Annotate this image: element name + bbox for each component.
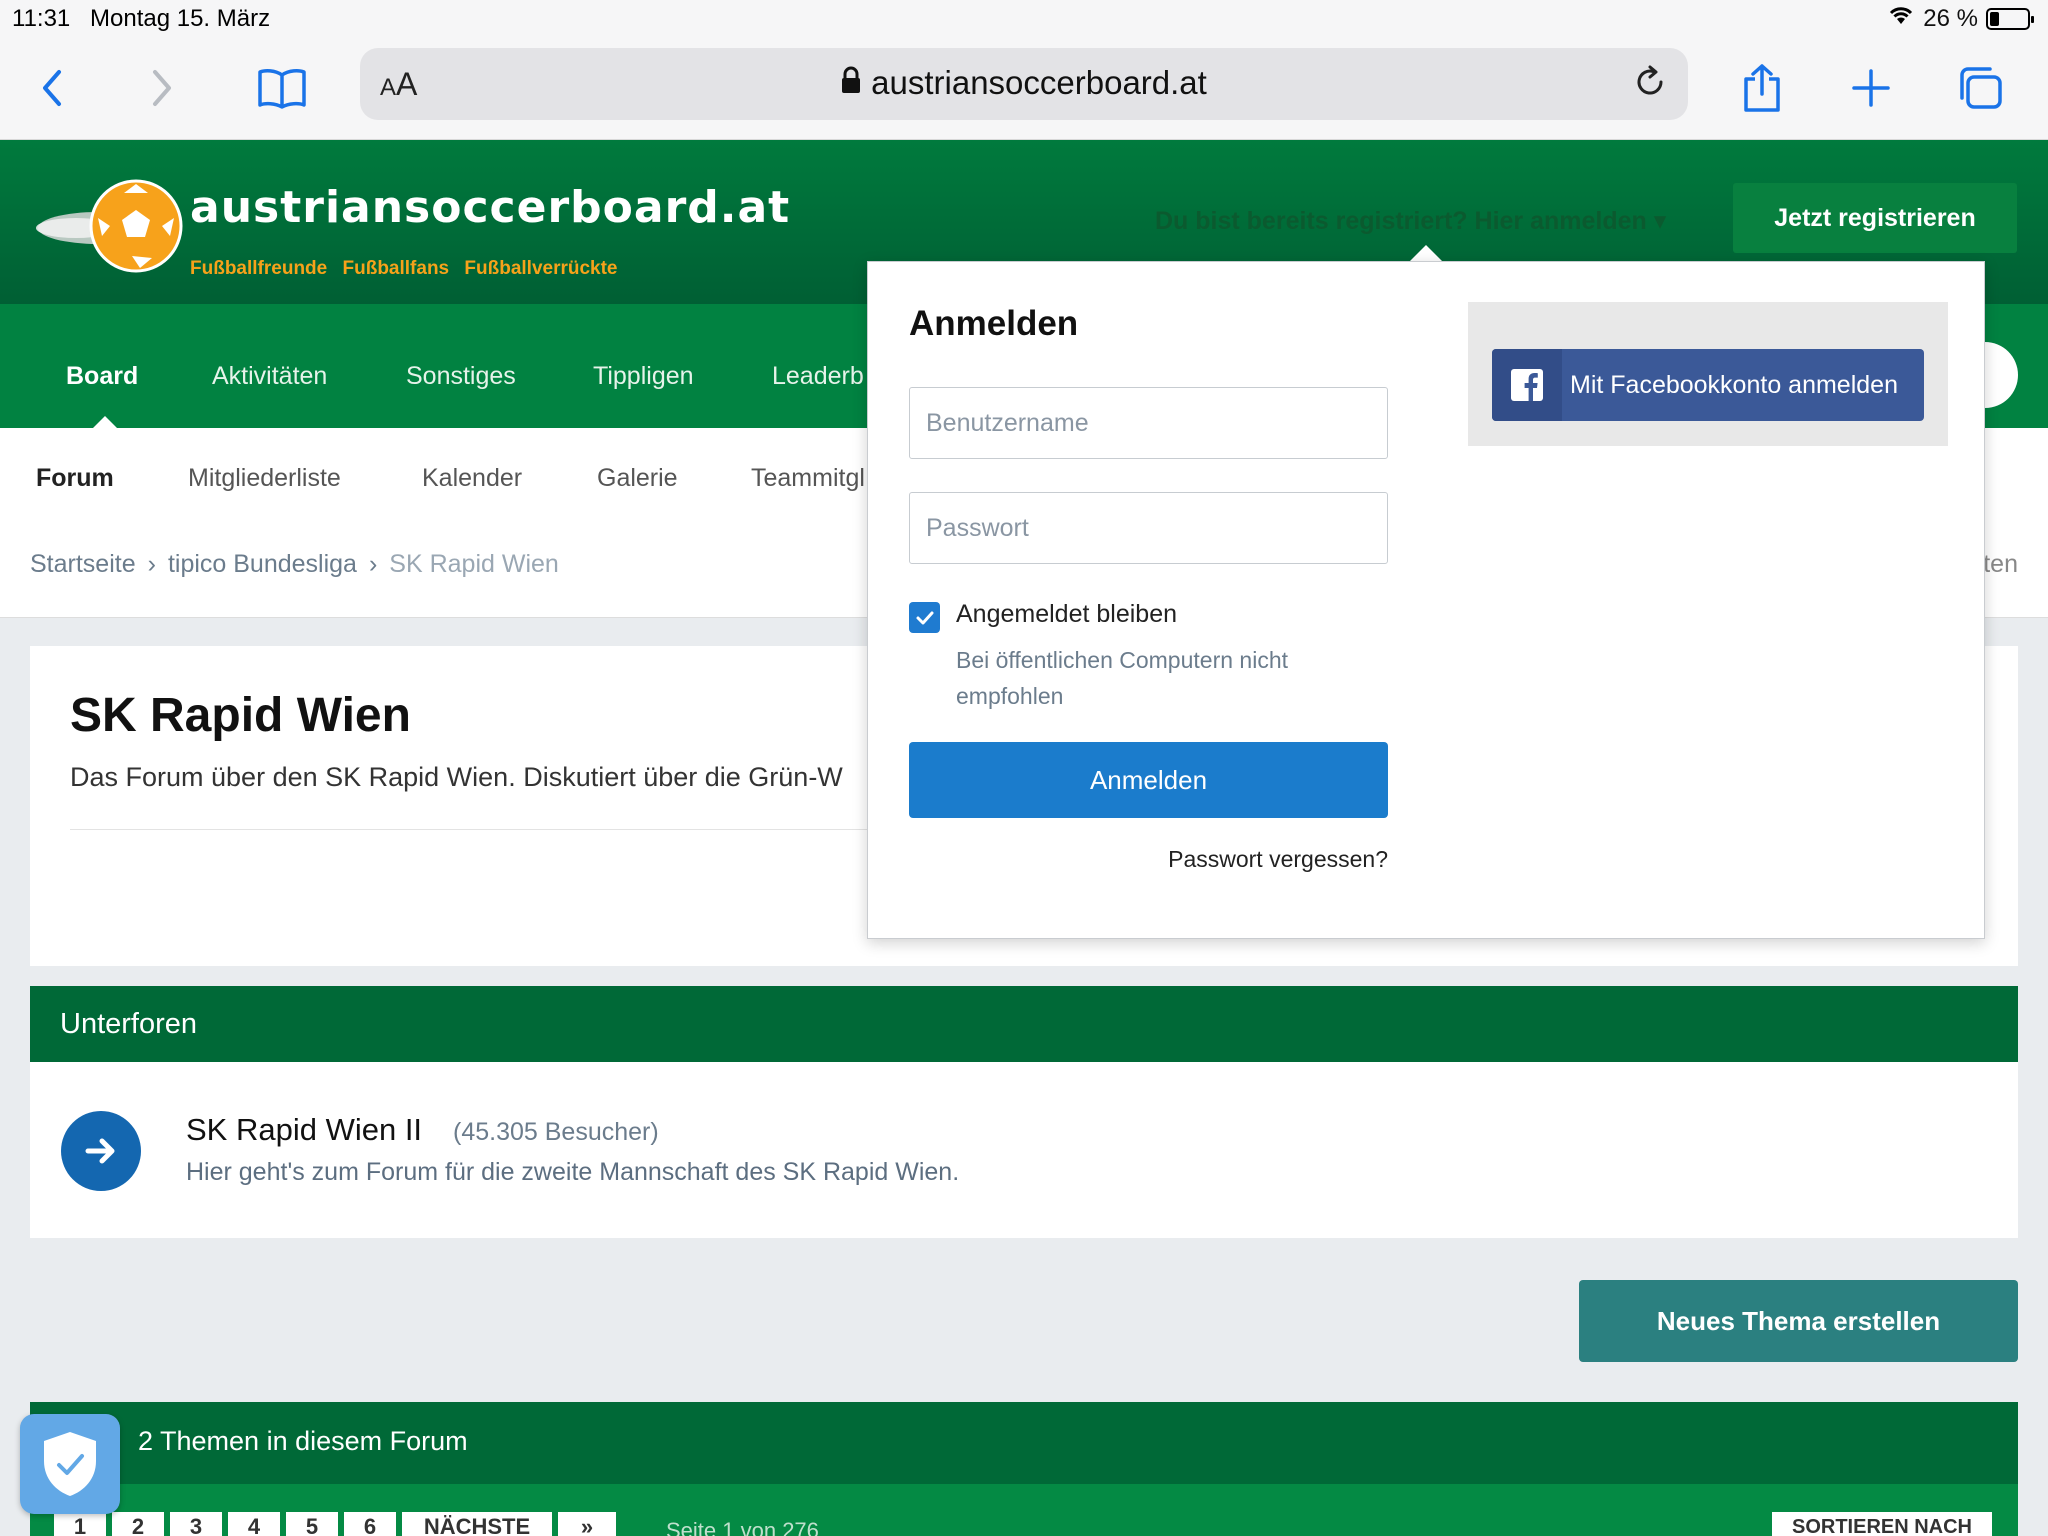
login-popup: Anmelden Angemeldet bleiben Bei öffentli…: [867, 261, 1985, 939]
breadcrumb-startseite[interactable]: Startseite: [30, 550, 136, 579]
page-info[interactable]: Seite 1 von 276: [666, 1518, 819, 1536]
page-4-button[interactable]: 4: [228, 1512, 280, 1536]
topics-header: 2 Themen in diesem Forum: [30, 1402, 2018, 1484]
subnav-teammitglieder[interactable]: Teammitgl: [751, 464, 865, 493]
bookmarks-icon[interactable]: [254, 60, 310, 116]
share-icon[interactable]: [1734, 60, 1790, 116]
remember-me-label[interactable]: Angemeldet bleiben: [956, 600, 1177, 629]
pagination-bar: 1 2 3 4 5 6 NÄCHSTE » Seite 1 von 276 SO…: [30, 1484, 2018, 1536]
next-page-button[interactable]: NÄCHSTE: [402, 1512, 552, 1536]
browser-toolbar: AA austriansoccerboard.at: [0, 42, 2048, 140]
breadcrumb: Startseite › tipico Bundesliga › SK Rapi…: [30, 550, 559, 579]
subnav-kalender[interactable]: Kalender: [422, 464, 522, 493]
wifi-icon: [1887, 4, 1915, 33]
subforums-header: Unterforen: [30, 986, 2018, 1062]
battery-icon: [1986, 7, 2034, 30]
breadcrumb-separator-icon: ›: [147, 550, 156, 578]
remember-me-checkbox[interactable]: [909, 602, 940, 633]
login-submit-button[interactable]: Anmelden: [909, 742, 1388, 818]
breadcrumb-right-link[interactable]: ten: [1983, 550, 2018, 579]
subnav-mitgliederliste[interactable]: Mitgliederliste: [188, 464, 341, 493]
forward-icon[interactable]: [134, 60, 190, 116]
nav-item-sonstiges[interactable]: Sonstiges: [406, 362, 516, 391]
page-1-button[interactable]: 1: [54, 1512, 106, 1536]
new-topic-button[interactable]: Neues Thema erstellen: [1579, 1280, 2018, 1362]
breadcrumb-current: SK Rapid Wien: [389, 550, 559, 578]
lock-icon: [841, 64, 861, 102]
topics-count: 2 Themen in diesem Forum: [138, 1426, 468, 1456]
address-bar[interactable]: AA austriansoccerboard.at: [360, 48, 1688, 120]
nav-item-aktivitaeten[interactable]: Aktivitäten: [212, 362, 327, 391]
page-3-button[interactable]: 3: [170, 1512, 222, 1536]
arrow-right-icon[interactable]: [61, 1111, 141, 1191]
forgot-password-link[interactable]: Passwort vergessen?: [1158, 846, 1388, 873]
subforum-description: Hier geht's zum Forum für die zweite Man…: [186, 1158, 960, 1186]
subforum-name[interactable]: SK Rapid Wien II: [186, 1112, 422, 1148]
logo-text[interactable]: austriansoccerboard.at: [190, 182, 790, 233]
subnav-forum[interactable]: Forum: [36, 464, 114, 493]
subforum-visit-count: (45.305 Besucher): [453, 1118, 659, 1146]
facebook-icon: [1492, 349, 1562, 421]
signin-dropdown-link[interactable]: Du bist bereits registriert? Hier anmeld…: [1155, 206, 1666, 236]
remember-me-note: Bei öffentlichen Computern nicht empfohl…: [956, 647, 1288, 709]
subnav-galerie[interactable]: Galerie: [597, 464, 678, 493]
breadcrumb-bundesliga[interactable]: tipico Bundesliga: [168, 550, 357, 579]
page-title: SK Rapid Wien: [70, 689, 411, 742]
status-time: 11:31: [12, 5, 71, 32]
new-tab-icon[interactable]: [1843, 60, 1899, 116]
page-2-button[interactable]: 2: [112, 1512, 164, 1536]
subforums-title: Unterforen: [60, 1008, 198, 1040]
shield-check-icon[interactable]: [20, 1414, 120, 1514]
back-icon[interactable]: [24, 60, 80, 116]
facebook-login-label: Mit Facebookkonto anmelden: [1570, 371, 1898, 399]
url-text: austriansoccerboard.at: [871, 64, 1207, 101]
page-6-button[interactable]: 6: [344, 1512, 396, 1536]
sort-button[interactable]: SORTIEREN NACH: [1772, 1512, 1992, 1536]
reload-icon[interactable]: [1632, 64, 1668, 105]
nav-item-leaderboard[interactable]: Leaderb: [772, 362, 864, 391]
tabs-overview-icon[interactable]: [1952, 60, 2008, 116]
register-button[interactable]: Jetzt registrieren: [1733, 183, 2017, 253]
username-field[interactable]: [909, 387, 1388, 459]
nav-item-board[interactable]: Board: [66, 362, 138, 391]
subforum-row[interactable]: SK Rapid Wien II (45.305 Besucher) Hier …: [30, 1062, 2018, 1238]
password-field[interactable]: [909, 492, 1388, 564]
page-5-button[interactable]: 5: [286, 1512, 338, 1536]
last-page-button[interactable]: »: [558, 1512, 616, 1536]
breadcrumb-separator-icon: ›: [368, 550, 378, 578]
login-title: Anmelden: [909, 304, 1079, 343]
caret-down-icon: ▾: [1653, 207, 1667, 235]
social-login-panel: Mit Facebookkonto anmelden: [1468, 302, 1948, 446]
soccer-ball-logo[interactable]: [28, 160, 188, 301]
battery-percent: 26 %: [1923, 4, 1978, 32]
facebook-login-button[interactable]: Mit Facebookkonto anmelden: [1492, 349, 1924, 421]
popup-pointer: [1410, 245, 1442, 261]
logo-tagline: Fußballfreunde Fußballfans Fußballverrüc…: [190, 258, 618, 279]
status-bar: 11:31 Montag 15. März 26 %: [0, 0, 2048, 42]
nav-item-tippligen[interactable]: Tippligen: [593, 362, 694, 391]
status-indicators: 26 %: [1887, 4, 2034, 33]
page-description: Das Forum über den SK Rapid Wien. Diskut…: [70, 762, 843, 792]
status-date: Montag 15. März: [90, 5, 271, 32]
